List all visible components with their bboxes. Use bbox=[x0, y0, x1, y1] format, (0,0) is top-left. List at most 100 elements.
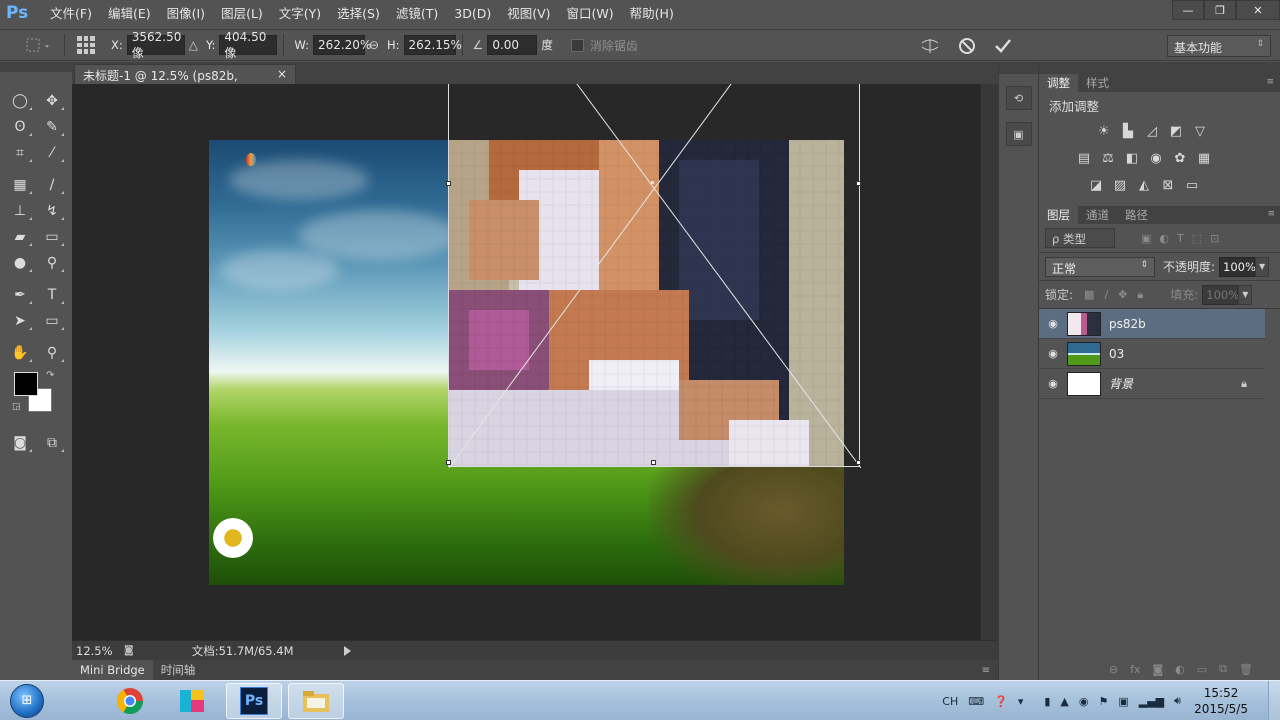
panel-menu-icon[interactable]: ≡ bbox=[1267, 209, 1275, 219]
new-adjustment-icon[interactable]: ◐ bbox=[1175, 663, 1185, 676]
layer-row[interactable]: ◉ ps82b bbox=[1039, 309, 1265, 339]
vibrance-icon[interactable]: ▽ bbox=[1191, 122, 1209, 140]
move-tool-icon[interactable]: ✥ bbox=[36, 88, 68, 114]
menu-type[interactable]: 文字(Y) bbox=[271, 0, 329, 28]
tab-timeline[interactable]: 时间轴 bbox=[153, 660, 204, 680]
app-taskbar-icon[interactable] bbox=[164, 683, 220, 719]
path-selection-icon[interactable]: ➤ bbox=[4, 308, 36, 334]
quick-mask-icon[interactable]: ◙ bbox=[4, 430, 36, 456]
layer-row[interactable]: ◉ 03 bbox=[1039, 339, 1265, 369]
transform-handle-bottom-right[interactable] bbox=[856, 460, 861, 465]
transform-handle-bottom[interactable] bbox=[651, 460, 656, 465]
tab-adjustments[interactable]: 调整 bbox=[1039, 74, 1078, 92]
black-white-icon[interactable]: ◧ bbox=[1123, 149, 1141, 167]
new-layer-icon[interactable]: ⧉ bbox=[1219, 662, 1227, 676]
layer-filter-select[interactable]: ρ 类型 bbox=[1045, 228, 1115, 248]
color-lookup-icon[interactable]: ▦ bbox=[1195, 149, 1213, 167]
panel-dock-header[interactable] bbox=[1039, 62, 1280, 74]
tab-styles[interactable]: 样式 bbox=[1078, 74, 1117, 92]
commit-transform-icon[interactable] bbox=[994, 37, 1012, 55]
menu-select[interactable]: 选择(S) bbox=[329, 0, 388, 28]
crop-icon[interactable]: ⌗ bbox=[4, 140, 36, 166]
opacity-slider-toggle[interactable]: ▼ bbox=[1255, 256, 1270, 277]
eraser-icon[interactable]: ▰ bbox=[4, 224, 36, 250]
zoom-icon[interactable]: ⚲ bbox=[36, 340, 68, 366]
explorer-taskbar-icon[interactable] bbox=[288, 682, 344, 719]
close-tab-icon[interactable]: × bbox=[277, 67, 287, 82]
start-button[interactable]: ⊞ bbox=[10, 683, 44, 718]
security-icon[interactable]: ◉ bbox=[1079, 695, 1089, 708]
transform-handle-right[interactable] bbox=[856, 181, 861, 186]
levels-icon[interactable]: ▙ bbox=[1119, 122, 1137, 140]
minimize-button[interactable]: — bbox=[1172, 0, 1204, 20]
show-desktop-button[interactable] bbox=[1268, 681, 1280, 720]
pixel-filter-icon[interactable]: ▣ bbox=[1141, 232, 1151, 245]
type-tool-icon[interactable]: T bbox=[36, 282, 68, 308]
x-position-field[interactable]: 3562.50 像 bbox=[126, 30, 185, 60]
transform-handle-left[interactable] bbox=[446, 181, 451, 186]
properties-panel-icon[interactable]: ▣ bbox=[1005, 122, 1032, 146]
posterize-icon[interactable]: ▨ bbox=[1111, 176, 1129, 194]
close-button[interactable]: ✕ bbox=[1236, 0, 1280, 20]
cancel-transform-icon[interactable] bbox=[958, 37, 976, 55]
document-tab[interactable]: 未标题-1 @ 12.5% (ps82b, RGB/8) * × bbox=[74, 64, 296, 98]
strip-header[interactable] bbox=[999, 62, 1038, 74]
tool-panel-header[interactable] bbox=[0, 62, 72, 72]
menu-filter[interactable]: 滤镜(T) bbox=[388, 0, 446, 28]
color-balance-icon[interactable]: ⚖ bbox=[1099, 149, 1117, 167]
lock-image-icon[interactable]: ∕ bbox=[1104, 288, 1108, 301]
exposure-icon[interactable]: ◩ bbox=[1167, 122, 1185, 140]
link-layers-icon[interactable]: ⊖ bbox=[1109, 663, 1118, 676]
gradient-map-icon[interactable]: ▭ bbox=[1183, 176, 1201, 194]
ime-options-icon[interactable]: ▾ bbox=[1018, 695, 1024, 708]
workspace-switcher[interactable]: 基本功能 ⇕ bbox=[1167, 35, 1271, 57]
new-group-icon[interactable]: ▭ bbox=[1197, 663, 1207, 676]
width-field[interactable]: 262.20% bbox=[312, 35, 371, 55]
fill-slider-toggle[interactable]: ▼ bbox=[1238, 284, 1253, 305]
pen-icon[interactable]: ✒ bbox=[4, 282, 36, 308]
transform-handle-bottom-left[interactable] bbox=[446, 460, 451, 465]
tool-preset-picker[interactable] bbox=[18, 32, 58, 58]
opacity-field[interactable]: 100% bbox=[1219, 256, 1256, 277]
lock-position-icon[interactable]: ✥ bbox=[1118, 288, 1127, 301]
selective-color-icon[interactable]: ⊠ bbox=[1159, 176, 1177, 194]
height-field[interactable]: 262.15% bbox=[403, 35, 462, 55]
default-colors-icon[interactable]: ◲ bbox=[12, 402, 21, 412]
menu-edit[interactable]: 编辑(E) bbox=[100, 0, 159, 28]
panel-menu-icon[interactable]: ≡ bbox=[982, 665, 990, 676]
reference-point-locator[interactable] bbox=[75, 34, 97, 56]
history-brush-icon[interactable]: ↯ bbox=[36, 198, 68, 224]
add-mask-icon[interactable]: ◙ bbox=[1152, 663, 1163, 676]
vertical-scrollbar[interactable] bbox=[980, 84, 998, 640]
antialias-checkbox[interactable] bbox=[570, 38, 584, 52]
menu-image[interactable]: 图像(I) bbox=[159, 0, 213, 28]
panel-menu-icon[interactable]: ≡ bbox=[1266, 77, 1274, 87]
battery-icon[interactable]: ▮ bbox=[1044, 695, 1050, 708]
rectangle-tool-icon[interactable]: ▭ bbox=[36, 308, 68, 334]
dodge-icon[interactable]: ⚲ bbox=[36, 250, 68, 276]
visibility-eye-icon[interactable]: ◉ bbox=[1039, 317, 1067, 330]
invert-icon[interactable]: ◪ bbox=[1087, 176, 1105, 194]
lock-transparent-icon[interactable]: ▩ bbox=[1084, 288, 1094, 301]
clock[interactable]: 15:52 2015/5/5 bbox=[1194, 685, 1248, 717]
relative-position-icon[interactable]: △ bbox=[189, 38, 198, 52]
lock-all-icon[interactable]: 🔒︎ bbox=[1137, 288, 1143, 302]
channel-mixer-icon[interactable]: ✿ bbox=[1171, 149, 1189, 167]
canvas-pasteboard[interactable] bbox=[72, 84, 980, 640]
blur-icon[interactable]: ● bbox=[4, 250, 36, 276]
link-icon[interactable]: ⊖ bbox=[369, 38, 379, 52]
adjustment-filter-icon[interactable]: ◐ bbox=[1159, 232, 1169, 245]
device-icon[interactable]: ▣ bbox=[1118, 695, 1128, 708]
layer-row[interactable]: ◉ 背景 🔒︎ bbox=[1039, 369, 1265, 399]
smart-object-filter-icon[interactable]: ⊡ bbox=[1210, 232, 1219, 245]
help-icon[interactable]: ❓ bbox=[994, 695, 1008, 708]
menu-window[interactable]: 窗口(W) bbox=[559, 0, 622, 28]
hue-saturation-icon[interactable]: ▤ bbox=[1075, 149, 1093, 167]
screen-mode-icon[interactable]: ⧉ bbox=[36, 430, 68, 456]
photo-filter-icon[interactable]: ◉ bbox=[1147, 149, 1165, 167]
tab-channels[interactable]: 通道 bbox=[1078, 206, 1117, 224]
network-icon[interactable]: ▂▄▆ bbox=[1139, 695, 1164, 708]
clone-stamp-icon[interactable]: ⊥ bbox=[4, 198, 36, 224]
show-hidden-icons-icon[interactable]: ▲ bbox=[1060, 695, 1068, 708]
language-indicator[interactable]: CH bbox=[942, 695, 958, 708]
